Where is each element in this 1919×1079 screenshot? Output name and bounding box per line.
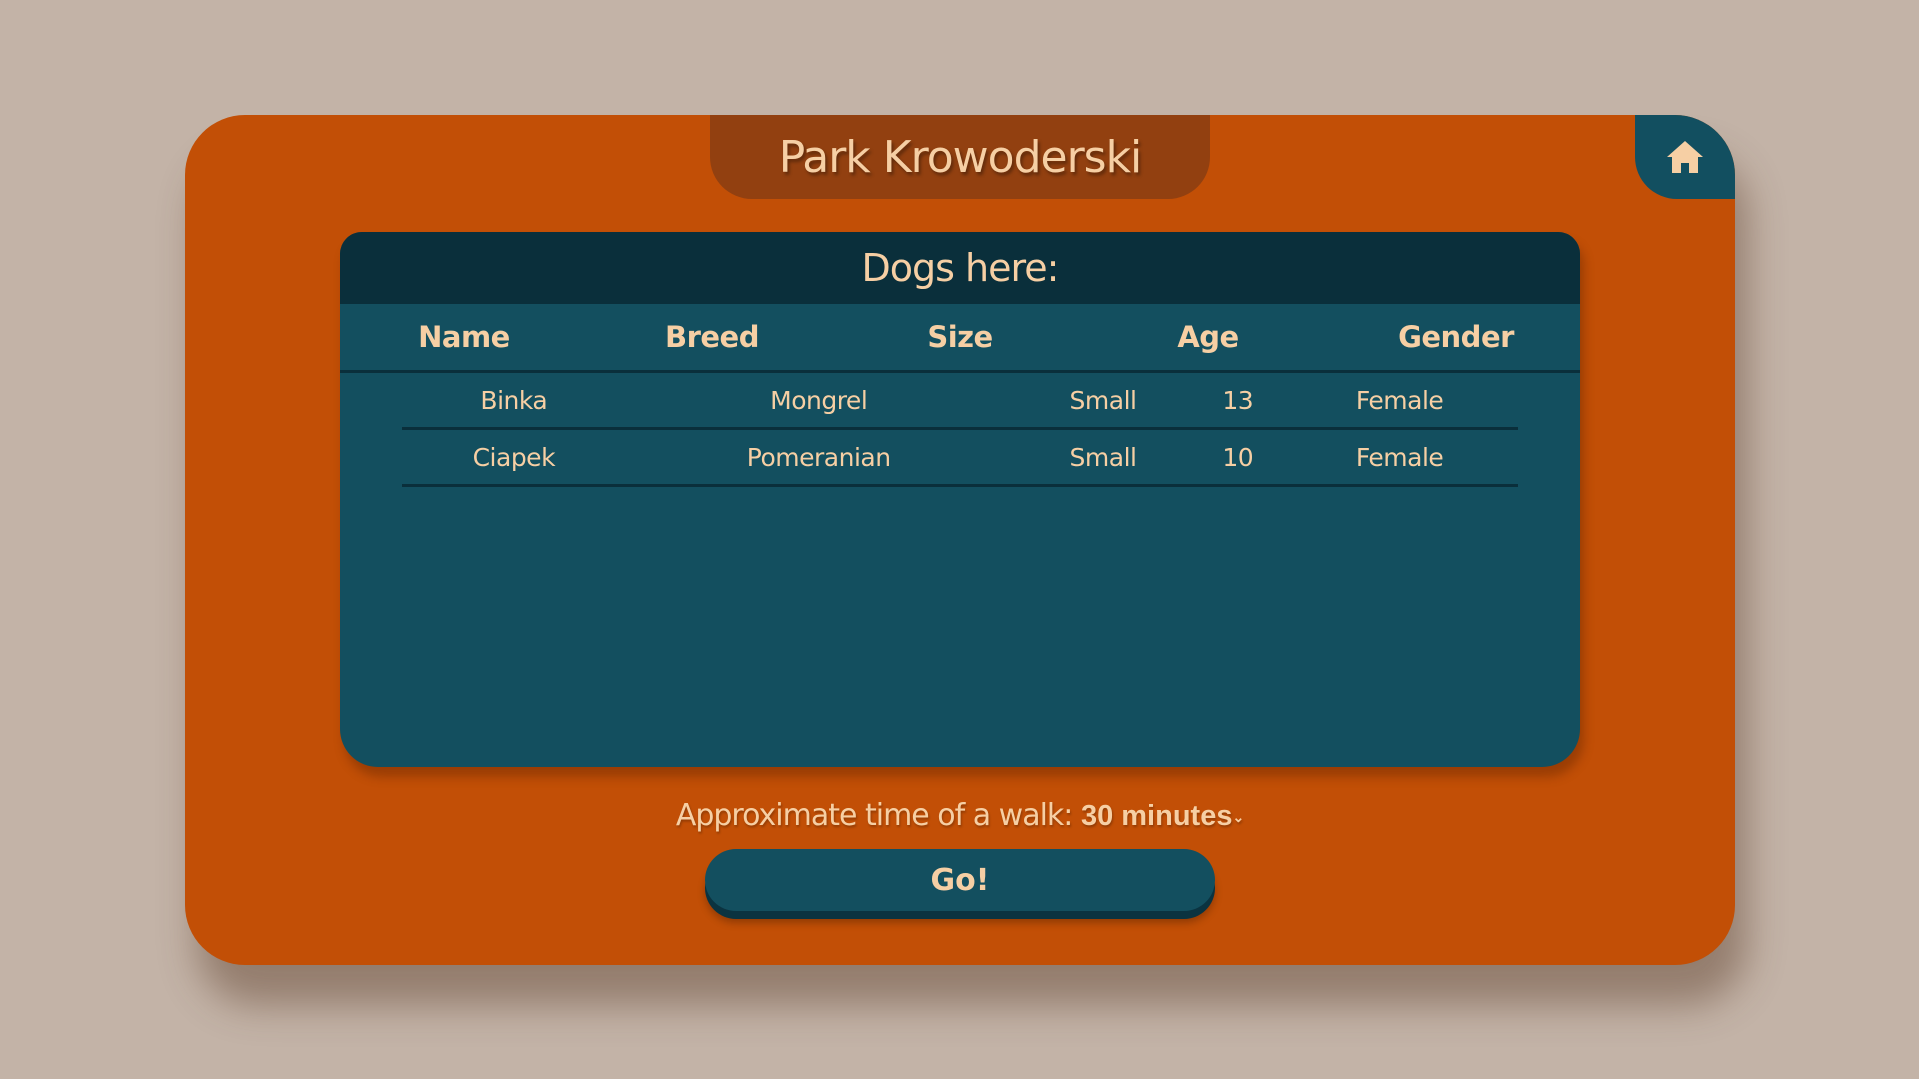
dogs-panel-header: Dogs here: [340,232,1580,304]
park-card: Park Krowoderski Dogs here: Name Breed S… [185,115,1735,965]
dog-gender: Female [1355,442,1444,472]
dogs-table-panel: Dogs here: Name Breed Size Age Gender Bi… [340,232,1580,767]
column-header-name: Name [340,304,588,373]
go-button[interactable]: Go! [705,849,1215,911]
title-tab: Park Krowoderski [710,115,1210,199]
dog-breed: Mongrel [770,385,868,415]
walk-time-select[interactable]: 30 minutes⌄ [1081,800,1244,832]
dog-breed: Pomeranian [746,442,891,472]
page-title: Park Krowoderski [778,131,1143,183]
column-header-gender: Gender [1332,304,1580,373]
dog-gender: Female [1355,385,1444,415]
home-button[interactable] [1635,115,1735,199]
dog-age: 10 [1222,442,1254,472]
dogs-table-body: Binka Mongrel Small 13 Female Ciapek Pom… [402,373,1518,487]
table-row: Ciapek Pomeranian Small 10 Female [402,429,1518,486]
dogs-table-header: Name Breed Size Age Gender [340,304,1580,373]
home-icon [1667,141,1703,173]
table-row: Binka Mongrel Small 13 Female [402,373,1518,429]
dog-size: Small [1069,385,1137,415]
column-header-size: Size [836,304,1084,373]
chevron-down-icon: ⌄ [1232,808,1245,825]
walk-time-label: Approximate time of a walk: [675,798,1074,833]
dog-age: 13 [1222,385,1254,415]
dog-name: Binka [480,385,548,415]
dogs-panel-title: Dogs here: [861,246,1060,290]
walk-time-row: Approximate time of a walk: 30 minutes⌄ [185,798,1735,833]
dog-name: Ciapek [472,442,556,472]
column-header-age: Age [1084,304,1332,373]
column-header-breed: Breed [588,304,836,373]
walk-time-value: 30 minutes [1080,800,1233,832]
dog-size: Small [1069,442,1137,472]
